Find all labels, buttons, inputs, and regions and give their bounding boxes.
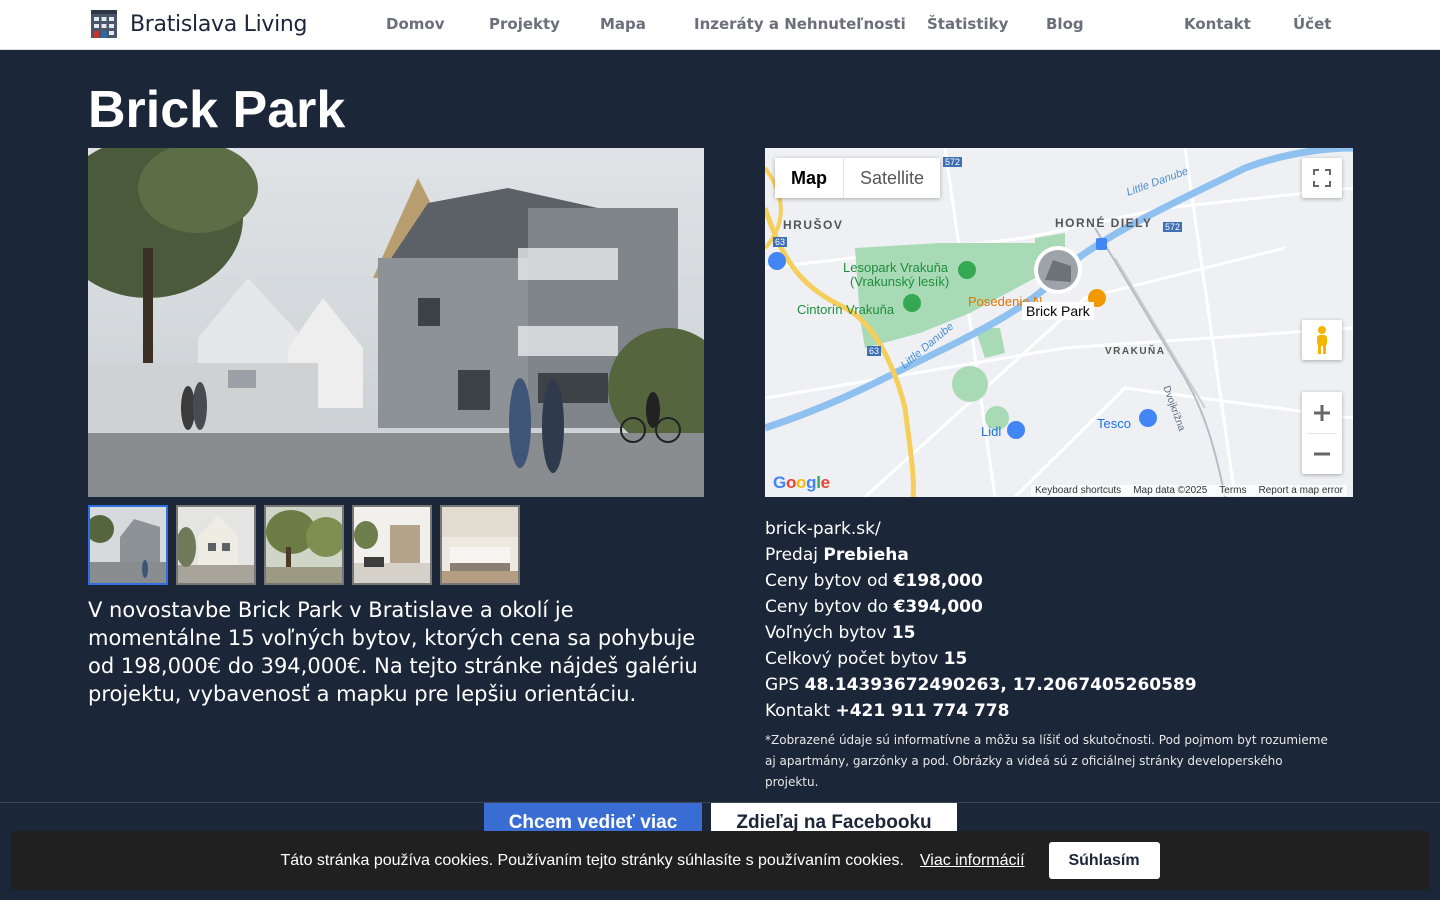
map-label-lesopark-alt: (Vrakunský lesík) (850, 274, 950, 289)
map-label-tesco: Tesco (1097, 416, 1131, 431)
pegman-icon (1317, 326, 1327, 354)
thumbnail-image (442, 507, 518, 583)
info-total-row: Celkový počet bytov 15 (765, 646, 1365, 672)
project-info: brick-park.sk/ Predaj Prebieha Ceny byto… (765, 516, 1365, 793)
map-data-attribution: Map data ©2025 (1133, 485, 1208, 496)
site-header: Bratislava Living Domov Projekty Mapa In… (0, 0, 1440, 50)
road-badge-572: 572 (943, 157, 963, 167)
info-free-value: 15 (891, 623, 916, 643)
info-disclaimer: *Zobrazené údaje sú informatívne a môžu … (765, 733, 1328, 789)
logo-text: Bratislava Living (130, 11, 308, 37)
map-label-lesopark: Lesopark Vrakuňa (843, 260, 949, 275)
map-footer: Keyboard shortcuts Map data ©2025 Terms … (1031, 485, 1347, 496)
building-render-image (88, 148, 704, 497)
gallery-thumbnail[interactable] (88, 505, 168, 585)
plus-icon (1314, 404, 1330, 421)
info-price-from-row: Ceny bytov od €198,000 (765, 568, 1365, 594)
info-free-row: Voľných bytov 15 (765, 620, 1365, 646)
gallery-thumbnail[interactable] (264, 505, 344, 585)
project-description: V novostavbe Brick Park v Bratislave a o… (88, 598, 698, 706)
building-icon (91, 10, 117, 38)
map-label-cintorin: Cintorín Vrakuňa (797, 302, 895, 317)
info-sale-label: Predaj (765, 545, 818, 565)
info-total-value: 15 (943, 649, 968, 669)
nav-map[interactable]: Mapa (600, 15, 646, 33)
thumbnail-image (354, 507, 430, 583)
google-map[interactable]: Map Satellite HRUŠOV HORNÉ DIELY VRAKUŇA… (765, 148, 1353, 497)
info-contact-label: Kontakt (765, 701, 831, 721)
map-label-lidl: Lidl (981, 424, 1002, 439)
thumbnail-image (90, 507, 166, 583)
road-badge-63: 63 (773, 237, 788, 247)
info-price-from-label: Ceny bytov od (765, 571, 889, 591)
info-sale-row: Predaj Prebieha (765, 542, 1365, 568)
map-marker-label[interactable]: Brick Park (1022, 302, 1094, 320)
map-type-control: Map Satellite (775, 158, 941, 198)
cookie-more-info-link[interactable]: Viac informácií (920, 852, 1025, 870)
info-free-label: Voľných bytov (765, 623, 887, 643)
info-gps-label: GPS (765, 675, 800, 695)
nav-home[interactable]: Domov (386, 15, 444, 33)
google-logo[interactable]: Google (773, 473, 830, 493)
cookie-banner: Táto stránka používa cookies. Používaním… (11, 831, 1429, 890)
zoom-out-button[interactable] (1313, 434, 1331, 474)
map-label-horne-diely: HORNÉ DIELY (1055, 216, 1153, 230)
gallery-thumbnail[interactable] (176, 505, 256, 585)
road-badge-63-south: 63 (867, 346, 882, 356)
map-label-hrusov: HRUŠOV (783, 218, 844, 232)
info-sale-value: Prebieha (823, 545, 909, 565)
map-type-satellite-button[interactable]: Satellite (843, 158, 941, 198)
gallery-thumbnails (88, 505, 520, 585)
info-total-label: Celkový počet bytov (765, 649, 939, 669)
zoom-in-button[interactable] (1313, 393, 1331, 433)
thumbnail-image (178, 507, 254, 583)
gallery-thumbnail[interactable] (352, 505, 432, 585)
map-tiles (765, 148, 1353, 497)
keyboard-shortcuts-link[interactable]: Keyboard shortcuts (1035, 485, 1121, 496)
nav-blog[interactable]: Blog (1046, 15, 1084, 33)
nav-contact[interactable]: Kontakt (1184, 15, 1251, 33)
site-logo[interactable]: Bratislava Living (88, 8, 308, 40)
cookie-accept-button[interactable]: Súhlasím (1048, 842, 1160, 879)
minus-icon (1314, 452, 1330, 455)
project-website-link[interactable]: brick-park.sk/ (765, 519, 881, 539)
street-view-pegman-button[interactable] (1302, 320, 1342, 360)
info-contact-row: Kontakt +421 911 774 778 (765, 698, 1365, 724)
page-title: Brick Park (88, 81, 346, 139)
fullscreen-icon (1313, 169, 1331, 187)
main-gallery-image[interactable] (88, 148, 704, 497)
info-contact-phone-link[interactable]: +421 911 774 778 (835, 701, 1009, 721)
terms-link[interactable]: Terms (1219, 485, 1246, 496)
nav-stats[interactable]: Štatistiky (927, 15, 1008, 33)
thumbnail-image (266, 507, 342, 583)
gallery-thumbnail[interactable] (440, 505, 520, 585)
map-label-vrakuna: VRAKUŇA (1105, 346, 1166, 357)
info-price-from-value: €198,000 (893, 571, 983, 591)
nav-account[interactable]: Účet (1293, 15, 1331, 33)
cookie-text: Táto stránka používa cookies. Používaním… (280, 851, 904, 869)
nav-projects[interactable]: Projekty (489, 15, 560, 33)
zoom-control (1302, 392, 1342, 474)
info-price-to-value: €394,000 (893, 597, 983, 617)
nav-listings[interactable]: Inzeráty a Nehnuteľnosti (694, 15, 906, 33)
map-type-map-button[interactable]: Map (775, 158, 843, 198)
info-gps-row: GPS 48.14393672490263, 17.2067405260589 (765, 672, 1365, 698)
info-price-to-label: Ceny bytov do (765, 597, 889, 617)
info-gps-value: 48.14393672490263, 17.2067405260589 (804, 675, 1197, 695)
road-badge-572-east: 572 (1163, 222, 1183, 232)
fullscreen-button[interactable] (1302, 158, 1342, 198)
report-map-error-link[interactable]: Report a map error (1259, 485, 1343, 496)
info-price-to-row: Ceny bytov do €394,000 (765, 594, 1365, 620)
